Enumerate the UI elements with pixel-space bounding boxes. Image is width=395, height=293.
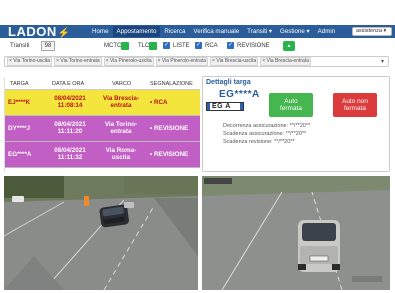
- header-segnalazione: SEGNALAZIONE: [150, 81, 193, 87]
- scadenza-revisione: Scadenza revisione: **/**20**: [223, 139, 295, 145]
- transiti-label: Transiti: [10, 43, 30, 49]
- table-row[interactable]: EJ****K 08/04/2021 11:08:14 Via Brescia-e…: [5, 90, 200, 116]
- details-plate: EG****A: [219, 89, 260, 100]
- cell-date: 08/04/2021: [54, 95, 86, 102]
- tlc-indicator[interactable]: [149, 42, 157, 50]
- cell-time: 11:11:32: [57, 154, 83, 161]
- plate-image: EG A: [206, 102, 244, 111]
- chevron-down-icon[interactable]: ▾: [381, 58, 384, 65]
- tag-brescia-uscita[interactable]: × Via Brescia-uscita: [210, 57, 259, 66]
- revisione-label: REVISIONE: [237, 43, 270, 49]
- plate-image-text: EG A: [212, 103, 231, 110]
- cell-date: 08/04/2021: [54, 147, 86, 154]
- nav-item-gestione[interactable]: Gestione ▾: [276, 26, 314, 37]
- cell-varco: Via Torino-entrata: [97, 121, 145, 135]
- tag-pinerolo-entrata[interactable]: × Via Pinerolo-entrata: [155, 57, 209, 66]
- main-menu: Home Appostamento Ricerca Verifica manua…: [88, 26, 339, 37]
- auto-fermata-line1: Auto: [284, 97, 298, 105]
- mctc-indicator[interactable]: [121, 42, 129, 50]
- cell-varco-line1: Via Roma-: [105, 147, 137, 154]
- nav-item-transiti[interactable]: Transiti ▾: [243, 26, 276, 37]
- lightning-icon: ⚡: [57, 28, 71, 39]
- transiti-count-input[interactable]: 98: [41, 41, 55, 51]
- cell-varco-line2: entrata: [110, 128, 132, 135]
- cell-varco-line2: uscita: [111, 154, 131, 161]
- rca-checkbox[interactable]: [195, 41, 202, 49]
- header-targa: TARGA: [10, 81, 29, 87]
- nav-item-ricerca[interactable]: Ricerca: [160, 26, 189, 37]
- nav-item-verifica-manuale[interactable]: Verifica manuale: [189, 26, 243, 37]
- user-menu[interactable]: assistenza ▾: [352, 27, 392, 36]
- collapse-button[interactable]: ▲: [283, 41, 295, 51]
- plate-details-panel: Dettagli targa EG****A EG A Auto fermata …: [202, 76, 390, 172]
- decorrenza-assicurazione: Decorrenza assicurazione: **/**20**: [223, 123, 311, 129]
- transits-table: TARGA DATA E ORA VARCO SEGNALAZIONE EJ**…: [4, 78, 200, 172]
- auto-non-fermata-line1: Auto non: [341, 97, 369, 105]
- filters-row: Transiti 98 MCTC TLC LISTE RCA REVISIONE…: [0, 40, 395, 54]
- auto-fermata-button[interactable]: Auto fermata: [269, 93, 313, 117]
- cell-date: 08/04/2021: [54, 121, 86, 128]
- table-row[interactable]: EG****A 08/04/2021 11:11:32 Via Roma-usci…: [5, 142, 200, 168]
- plate-region-band: [240, 103, 243, 110]
- tag-torino-uscita[interactable]: × Via Torino-uscita: [7, 57, 53, 66]
- nav-item-home[interactable]: Home: [88, 26, 113, 37]
- liste-checkbox[interactable]: [163, 41, 170, 49]
- cell-varco: Via Brescia-entrata: [97, 95, 145, 109]
- varchi-multiselect[interactable]: × Via Torino-uscita × Via Torino-entrata…: [4, 56, 389, 67]
- header-varco: VARCO: [112, 81, 132, 87]
- tlc-label: TLC: [138, 43, 150, 49]
- cell-segnalazione: • REVISIONE: [150, 151, 189, 158]
- tag-torino-entrata[interactable]: × Via Torino-entrata: [54, 57, 102, 66]
- revisione-checkbox[interactable]: [227, 41, 234, 49]
- logo-text: LADON: [8, 24, 57, 39]
- rca-label: RCA: [205, 43, 218, 49]
- mctc-label: MCTC: [104, 43, 122, 49]
- plate-eu-band: [207, 103, 210, 110]
- auto-fermata-line2: fermata: [279, 105, 303, 112]
- auto-non-fermata-line2: fermata: [343, 105, 367, 112]
- cell-segnalazione: • REVISIONE: [150, 125, 189, 132]
- cell-plate: DY****J: [8, 125, 31, 132]
- table-row[interactable]: DY****J 08/04/2021 11:11:20 Via Torino-en…: [5, 116, 200, 142]
- cell-datetime: 08/04/2021 11:11:32: [49, 147, 91, 161]
- app-logo[interactable]: LADON⚡: [8, 24, 71, 39]
- top-bar: LADON⚡ Home Appostamento Ricerca Verific…: [0, 0, 395, 39]
- cell-datetime: 08/04/2021 11:11:20: [49, 121, 91, 135]
- tag-brescia-entrata[interactable]: × Via Brescia-entrata: [260, 57, 311, 66]
- table-header: TARGA DATA E ORA VARCO SEGNALAZIONE: [5, 78, 200, 90]
- cell-datetime: 08/04/2021 11:08:14: [49, 95, 91, 109]
- cell-plate: EG****A: [8, 151, 32, 158]
- nav-item-appostamento[interactable]: Appostamento: [112, 26, 161, 37]
- cell-varco: Via Roma-uscita: [97, 147, 145, 161]
- cell-segnalazione: • RCA: [150, 99, 168, 106]
- cell-varco-line1: Via Torino-: [104, 121, 138, 128]
- cell-varco-line1: Via Brescia-: [103, 95, 139, 102]
- details-title: Dettagli targa: [206, 79, 251, 86]
- nav-item-admin[interactable]: Admin: [314, 26, 340, 37]
- liste-label: LISTE: [173, 43, 190, 49]
- cell-varco-line2: entrata: [110, 102, 132, 109]
- header-data-ora: DATA E ORA: [52, 81, 85, 87]
- camera-scene-plate: [202, 176, 390, 290]
- scadenza-assicurazione: Scadenza assicurazione: **/**20**: [223, 131, 307, 137]
- camera-view-plate: [202, 176, 390, 290]
- cell-time: 11:08:14: [57, 102, 83, 109]
- camera-scene-context: [4, 176, 198, 290]
- cell-time: 11:11:20: [57, 128, 83, 135]
- tag-pinerolo-uscita[interactable]: × Via Pinerolo-uscita: [103, 57, 154, 66]
- camera-view-context: [4, 176, 198, 290]
- cell-plate: EJ****K: [8, 99, 31, 106]
- auto-non-fermata-button[interactable]: Auto non fermata: [333, 93, 377, 117]
